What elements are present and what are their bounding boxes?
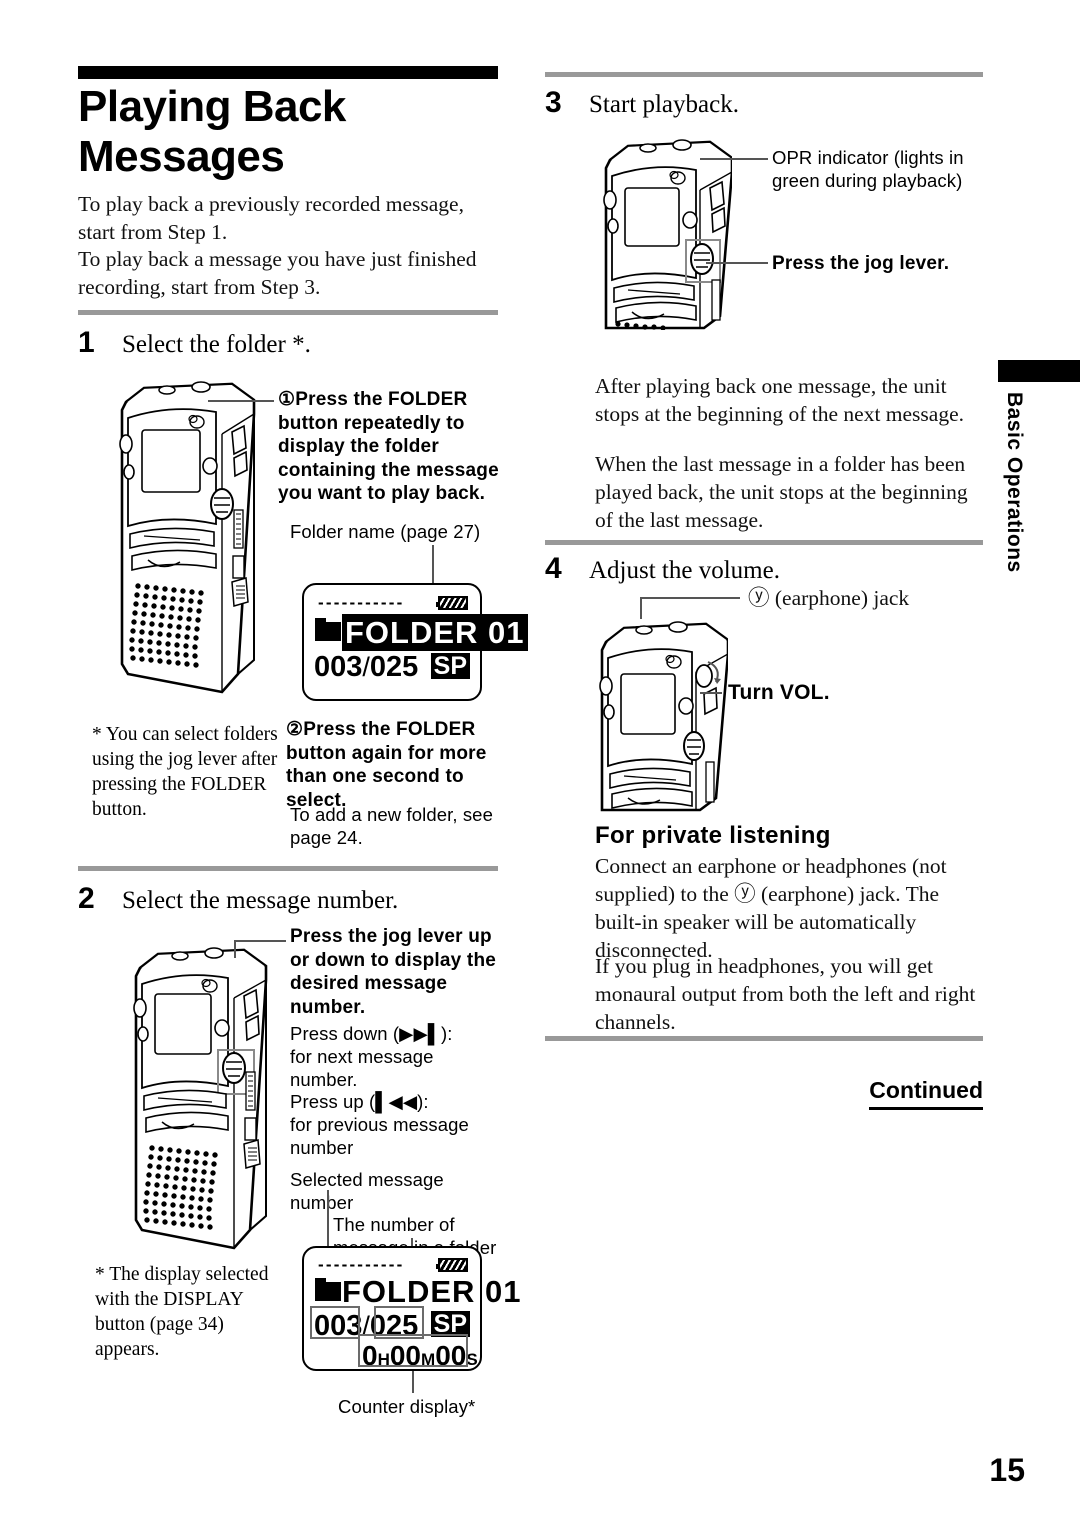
step1-folder-name-label: Folder name (page 27) xyxy=(290,521,481,542)
step3-jog-lever-label: Press the jog lever. xyxy=(772,253,950,274)
lcd-slash: / xyxy=(362,652,370,682)
side-tab-label: Basic Operations xyxy=(1003,392,1026,573)
step2-callout-bold: Press the jog lever up or down to displa… xyxy=(290,926,497,1018)
device-illustration-step1 xyxy=(104,374,284,704)
step-4-number: 4 xyxy=(545,552,562,585)
step2-press-down-desc: for next message number. xyxy=(290,1046,434,1090)
page-title-line1: Playing Back xyxy=(78,82,346,131)
leader-line-counter xyxy=(412,1371,414,1393)
step3-paragraph-1: After playing back one message, the unit… xyxy=(595,374,965,426)
battery-icon-2 xyxy=(436,1258,468,1272)
device-illustration-step4 xyxy=(588,612,728,812)
field-box-selected xyxy=(310,1306,360,1339)
leader-line-vol xyxy=(700,692,722,694)
field-box-counter xyxy=(358,1334,468,1367)
device-illustration-step2 xyxy=(122,938,292,1256)
page-number: 15 xyxy=(989,1452,1025,1488)
section-rule-step1 xyxy=(78,310,498,315)
step-2-header: 2 Select the message number. xyxy=(78,882,508,916)
leader-line-step2-h xyxy=(234,940,286,942)
lcd-folder-name-wrap-2: FOLDER 01 xyxy=(342,1274,522,1310)
step-2-text: Select the message number. xyxy=(122,887,399,914)
step3-opr-indicator-label: OPR indicator (lights in green during pl… xyxy=(772,147,964,191)
leader-line-jack xyxy=(640,597,740,599)
step-1-number: 1 xyxy=(78,326,95,359)
step-3-header: 3 Start playback. xyxy=(545,86,983,120)
manual-page: Playing Back Messages To play back a pre… xyxy=(0,0,1080,1529)
step2-label-selected-message: Selected message number xyxy=(290,1169,444,1213)
step4-turn-vol-label: Turn VOL. xyxy=(728,681,830,704)
page-title: Playing Back Messages xyxy=(78,82,508,182)
section-rule-step4 xyxy=(545,540,983,545)
step-3-text: Start playback. xyxy=(589,91,739,118)
step2-press-up: Press up (▌◀◀): xyxy=(290,1091,429,1112)
private-listening-paragraph-1: Connect an earphone or headphones (not s… xyxy=(595,854,947,962)
section-rule-step3 xyxy=(545,72,983,77)
step1-footnote: * You can select folders using the jog l… xyxy=(92,724,278,820)
lcd-counter-row: 003/025 xyxy=(314,651,418,684)
leader-line-jog xyxy=(706,262,768,264)
section-rule-step2 xyxy=(78,866,498,871)
leader-line-step1 xyxy=(208,400,274,402)
step1-callout-1: ①Press the FOLDER button repeatedly to d… xyxy=(278,389,499,504)
lcd-display-step1: ----------- FOLDER 01 003/025 SP xyxy=(302,583,528,701)
step2-press-up-desc: for previous message number xyxy=(290,1114,469,1158)
leader-line-opr xyxy=(700,158,768,160)
folder-icon xyxy=(315,618,341,641)
step2-press-down: Press down (▶▶▌): xyxy=(290,1023,453,1044)
step1-callout-2-note: To add a new folder, see page 24. xyxy=(290,804,493,848)
title-top-rule xyxy=(78,66,498,79)
battery-icon xyxy=(436,596,468,610)
lcd-display-step2: ----------- FOLDER 01 003/025 SP 0H00M00… xyxy=(302,1246,521,1371)
step2-footnote: * The display selected with the DISPLAY … xyxy=(95,1264,269,1360)
step3-paragraph-2: When the last message in a folder has be… xyxy=(595,452,968,532)
step-4-text: Adjust the volume. xyxy=(589,557,780,584)
lcd-mode-badge: SP xyxy=(430,653,470,679)
side-tab-bar xyxy=(998,360,1080,382)
intro-paragraph-2: To play back a message you have just fin… xyxy=(78,247,477,299)
continued-label: Continued xyxy=(869,1077,983,1110)
step1-callout-2: ②Press the FOLDER button again for more … xyxy=(286,719,487,811)
step-4-header: 4 Adjust the volume. xyxy=(545,552,983,586)
step4-earphone-jack-label: ⓨ (earphone) jack xyxy=(748,586,910,610)
section-rule-continued xyxy=(545,1036,983,1041)
leader-line-step2-v xyxy=(234,940,236,958)
page-title-line2: Messages xyxy=(78,132,285,181)
intro-paragraph-1: To play back a previously recorded messa… xyxy=(78,192,464,244)
private-listening-heading: For private listening xyxy=(595,822,831,849)
lcd-folder-name-2: FOLDER 01 xyxy=(342,1274,522,1309)
step-3-number: 3 xyxy=(545,86,562,119)
lcd-folder-name: FOLDER 01 xyxy=(342,614,528,651)
lcd-dashes-2: ----------- xyxy=(318,1255,405,1274)
step2-label-counter-display: Counter display* xyxy=(338,1396,476,1417)
lcd-total-messages: 025 xyxy=(369,651,419,683)
folder-icon-2 xyxy=(315,1278,341,1301)
private-listening-paragraph-2: If you plug in headphones, you will get … xyxy=(595,954,976,1034)
device-illustration-step3 xyxy=(592,130,732,330)
lcd-time-seconds-unit: S xyxy=(466,1350,478,1369)
step-1-text: Select the folder *. xyxy=(122,331,311,358)
step-1-header: 1 Select the folder *. xyxy=(78,326,498,360)
lcd-dashes: ----------- xyxy=(318,593,405,612)
step-2-number: 2 xyxy=(78,882,95,915)
lcd-folder-name-wrap: FOLDER 01 xyxy=(342,614,528,651)
lcd-selected-message: 003 xyxy=(314,651,363,683)
